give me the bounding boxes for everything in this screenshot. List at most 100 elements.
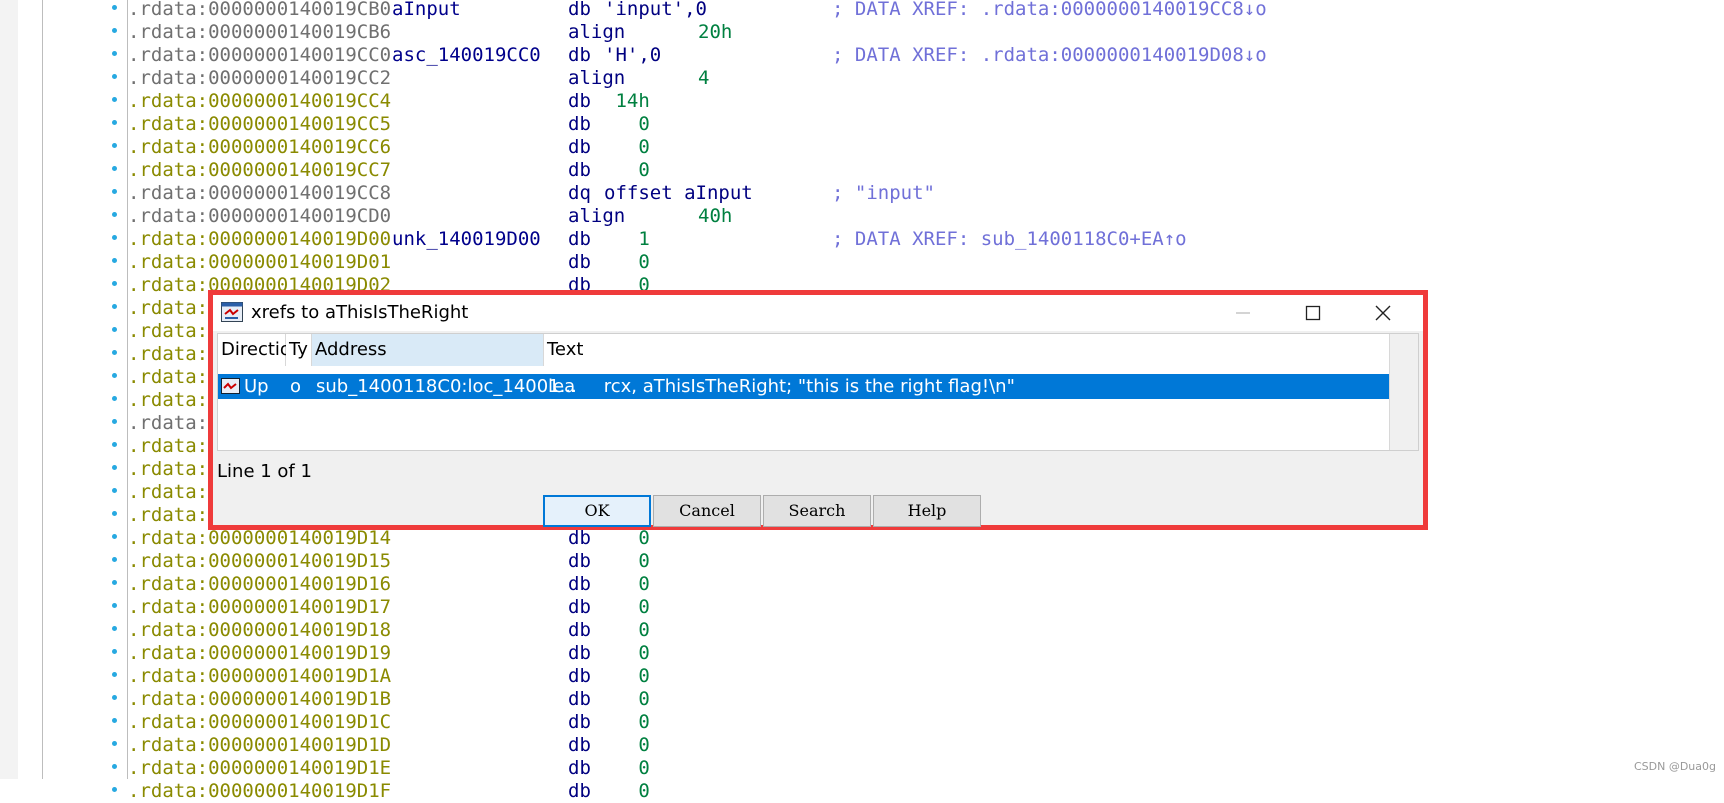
listing-line[interactable]: .rdata:0000000140019CC2 align 4	[128, 67, 709, 90]
listing-line[interactable]: .rdata:0000000140019D00 unk_140019D00 db 1…	[128, 228, 1187, 251]
line-mnemonic: db	[568, 596, 591, 618]
watermark: CSDN @Dua0g	[1633, 760, 1716, 773]
line-address: .rdata:0	[128, 297, 220, 319]
breakpoint-marker[interactable]	[112, 212, 117, 217]
listing-line[interactable]: .rdata:0000000140019CB6 align 20h	[128, 21, 732, 44]
breakpoint-marker[interactable]	[112, 419, 117, 424]
listing-line[interactable]: .rdata:0	[128, 366, 220, 389]
listing-line[interactable]: .rdata:0000000140019CC4 db 14h	[128, 90, 650, 113]
listing-line[interactable]: .rdata:0000000140019D18 db 0	[128, 619, 650, 642]
line-operands: 40h	[698, 205, 733, 227]
breakpoint-marker[interactable]	[112, 281, 117, 286]
breakpoint-marker[interactable]	[112, 350, 117, 355]
breakpoint-marker[interactable]	[112, 741, 117, 746]
line-mnemonic: db	[568, 711, 591, 733]
maximize-icon[interactable]	[1283, 295, 1343, 331]
listing-line[interactable]: .rdata:0000000140019D1A db 0	[128, 665, 650, 688]
breakpoint-marker[interactable]	[112, 649, 117, 654]
listing-line[interactable]: .rdata:0000000140019CC7 db 0	[128, 159, 650, 182]
listing-line[interactable]: .rdata:0000000140019D14 db 0	[128, 527, 650, 550]
breakpoint-marker[interactable]	[112, 672, 117, 677]
breakpoint-marker[interactable]	[112, 258, 117, 263]
line-address: .rdata:0	[128, 412, 220, 434]
listing-line[interactable]: .rdata:0000000140019D1D db 0	[128, 734, 650, 757]
listing-line[interactable]: .rdata:0000000140019CC8 dq offset aInput ; …	[128, 182, 935, 205]
breakpoint-marker[interactable]	[112, 764, 117, 769]
line-mnemonic: db	[568, 573, 591, 595]
breakpoint-marker[interactable]	[112, 28, 117, 33]
search-button[interactable]: Search	[763, 495, 871, 527]
breakpoint-marker[interactable]	[112, 488, 117, 493]
vertical-scrollbar[interactable]	[1389, 334, 1418, 450]
minimize-icon[interactable]	[1213, 295, 1273, 331]
breakpoint-marker[interactable]	[112, 695, 117, 700]
column-header-direction[interactable]: Directio	[218, 334, 291, 366]
breakpoint-marker[interactable]	[112, 511, 117, 516]
line-mnemonic: db	[568, 0, 591, 20]
breakpoint-marker[interactable]	[112, 442, 117, 447]
listing-line[interactable]: .rdata:0	[128, 481, 220, 504]
listing-line[interactable]: .rdata:0000000140019CC6 db 0	[128, 136, 650, 159]
line-mnemonic: db	[568, 159, 591, 181]
listing-line[interactable]: .rdata:0000000140019D17 db 0	[128, 596, 650, 619]
breakpoint-marker[interactable]	[112, 327, 117, 332]
listing-line[interactable]: .rdata:0	[128, 297, 220, 320]
listing-line[interactable]: .rdata:0	[128, 343, 220, 366]
breakpoint-marker[interactable]	[112, 465, 117, 470]
line-comment: ; "input"	[832, 182, 935, 204]
listing-line[interactable]: .rdata:0000000140019D01 db 0	[128, 251, 650, 274]
listing-line[interactable]: .rdata:0	[128, 389, 220, 412]
breakpoint-marker[interactable]	[112, 166, 117, 171]
listing-line[interactable]: .rdata:0000000140019CD0 align 40h	[128, 205, 732, 228]
breakpoint-marker[interactable]	[112, 580, 117, 585]
breakpoint-marker[interactable]	[112, 189, 117, 194]
line-mnemonic: db	[568, 757, 591, 779]
listing-line[interactable]: .rdata:0000000140019CB0 aInput db 'input',0…	[128, 0, 1267, 21]
listing-line[interactable]: .rdata:0000000140019CC5 db 0	[128, 113, 650, 136]
listing-line[interactable]: .rdata:0	[128, 458, 220, 481]
column-header-type[interactable]: Ty	[286, 334, 312, 366]
line-mnemonic: align	[568, 67, 626, 89]
listing-line[interactable]: .rdata:0	[128, 412, 220, 435]
breakpoint-marker[interactable]	[112, 120, 117, 125]
table-row[interactable]: Up o sub_1400118C0:loc_14001... lea rcx,…	[218, 374, 1396, 399]
breakpoint-marker[interactable]	[112, 396, 117, 401]
column-header-text[interactable]: Text	[544, 334, 1396, 366]
listing-line[interactable]: .rdata:0	[128, 504, 220, 527]
breakpoint-marker[interactable]	[112, 718, 117, 723]
column-header-address[interactable]: Address	[312, 334, 544, 366]
breakpoint-marker[interactable]	[112, 373, 117, 378]
help-button[interactable]: Help	[873, 495, 981, 527]
listing-line[interactable]: .rdata:0000000140019D1B db 0	[128, 688, 650, 711]
xrefs-table[interactable]: Directio Ty Address Text Up o sub_140011…	[217, 333, 1419, 451]
listing-line[interactable]: .rdata:0000000140019D1F db 0	[128, 780, 650, 803]
breakpoint-marker[interactable]	[112, 626, 117, 631]
ok-button[interactable]: OK	[543, 495, 651, 527]
breakpoint-marker[interactable]	[112, 5, 117, 10]
breakpoint-marker[interactable]	[112, 74, 117, 79]
close-icon[interactable]	[1353, 295, 1413, 331]
line-mnemonic: align	[568, 205, 626, 227]
breakpoint-marker[interactable]	[112, 97, 117, 102]
listing-line[interactable]: .rdata:0000000140019D19 db 0	[128, 642, 650, 665]
breakpoint-marker[interactable]	[112, 143, 117, 148]
listing-line[interactable]: .rdata:0000000140019D1C db 0	[128, 711, 650, 734]
listing-line[interactable]: .rdata:0000000140019D16 db 0	[128, 573, 650, 596]
breakpoint-marker[interactable]	[112, 304, 117, 309]
dialog-titlebar[interactable]: xrefs to aThisIsTheRight	[213, 295, 1423, 331]
line-operands: 0	[604, 251, 650, 273]
breakpoint-marker[interactable]	[112, 603, 117, 608]
listing-line[interactable]: .rdata:0	[128, 320, 220, 343]
listing-line[interactable]: .rdata:0000000140019CC0 asc_140019CC0 db 'H…	[128, 44, 1267, 67]
line-operands: 0	[604, 665, 650, 687]
cancel-button[interactable]: Cancel	[653, 495, 761, 527]
breakpoint-marker[interactable]	[112, 235, 117, 240]
listing-line[interactable]: .rdata:0000000140019D15 db 0	[128, 550, 650, 573]
breakpoint-marker[interactable]	[112, 51, 117, 56]
breakpoint-marker[interactable]	[112, 557, 117, 562]
listing-line[interactable]: .rdata:0	[128, 435, 220, 458]
line-label: unk_140019D00	[392, 228, 541, 250]
breakpoint-marker[interactable]	[112, 534, 117, 539]
breakpoint-marker[interactable]	[112, 787, 117, 792]
listing-line[interactable]: .rdata:0000000140019D1E db 0	[128, 757, 650, 780]
